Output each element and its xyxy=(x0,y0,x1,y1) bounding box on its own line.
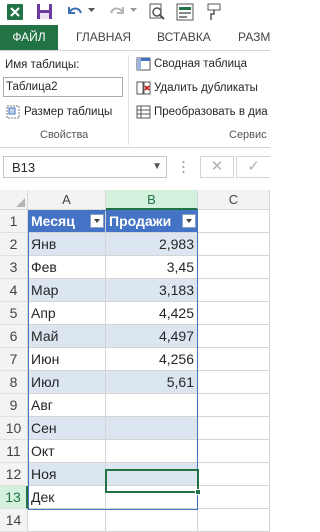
name-box[interactable]: B13 ▼ xyxy=(3,156,167,178)
table-cell-month[interactable]: Сен xyxy=(28,417,106,440)
table-cell-month[interactable]: Окт xyxy=(28,440,106,463)
save-icon[interactable] xyxy=(36,3,53,22)
group-tools-label: Сервис xyxy=(229,129,267,141)
cell-c4[interactable] xyxy=(198,279,270,302)
remove-duplicates-button[interactable]: Удалить дубликаты xyxy=(154,82,258,94)
row-header-3[interactable]: 3 xyxy=(0,256,28,279)
table-cell-month[interactable]: Апр xyxy=(28,302,106,325)
cancel-entry-button[interactable]: ✕ xyxy=(200,156,234,178)
table-cell-sales[interactable] xyxy=(106,440,198,463)
cell-c11[interactable] xyxy=(198,440,270,463)
row-header-7[interactable]: 7 xyxy=(0,348,28,371)
filter-dropdown-month-icon[interactable] xyxy=(90,214,104,228)
row-header-9[interactable]: 9 xyxy=(0,394,28,417)
select-all-button[interactable] xyxy=(0,190,28,210)
column-header-b[interactable]: B xyxy=(106,190,198,210)
tab-home[interactable]: ГЛАВНАЯ xyxy=(76,25,131,50)
cell-b14[interactable] xyxy=(106,509,198,532)
convert-to-range-icon xyxy=(136,105,151,124)
remove-duplicates-icon xyxy=(136,81,151,100)
group-separator xyxy=(128,55,129,145)
row-header-1[interactable]: 1 xyxy=(0,210,28,233)
cell-c13[interactable] xyxy=(198,486,270,509)
row-header-11[interactable]: 11 xyxy=(0,440,28,463)
cell-c14[interactable] xyxy=(198,509,270,532)
ribbon-tabs: ФАЙЛ ГЛАВНАЯ ВСТАВКА РАЗМ xyxy=(0,25,270,50)
table-cell-sales[interactable]: 4,425 xyxy=(106,302,198,325)
print-preview-icon[interactable] xyxy=(148,3,166,22)
table-cell-month[interactable]: Июн xyxy=(28,348,106,371)
quick-access-toolbar xyxy=(0,0,270,25)
tab-file[interactable]: ФАЙЛ xyxy=(0,25,58,50)
cell-c12[interactable] xyxy=(198,463,270,486)
table-cell-sales[interactable] xyxy=(106,394,198,417)
resize-table-icon xyxy=(6,105,20,124)
name-box-value: B13 xyxy=(12,160,36,175)
cell-c9[interactable] xyxy=(198,394,270,417)
table-cell-sales[interactable]: 5,61 xyxy=(106,371,198,394)
active-cell-cursor[interactable] xyxy=(105,469,199,493)
table-cell-sales[interactable]: 4,497 xyxy=(106,325,198,348)
table-cell-sales[interactable]: 2,983 xyxy=(106,233,198,256)
cell-c5[interactable] xyxy=(198,302,270,325)
table-cell-month[interactable]: Июл xyxy=(28,371,106,394)
ribbon: Имя таблицы: Таблица2 Размер таблицы Сво… xyxy=(0,50,270,148)
row-header-14[interactable]: 14 xyxy=(0,509,28,532)
row-header-4[interactable]: 4 xyxy=(0,279,28,302)
enter-entry-button[interactable]: ✓ xyxy=(236,156,270,178)
table-cell-month[interactable]: Дек xyxy=(28,486,106,509)
convert-to-range-button[interactable]: Преобразовать в диа xyxy=(154,106,268,118)
cell-c7[interactable] xyxy=(198,348,270,371)
worksheet-grid[interactable]: A B C 1 Месяц Продажи 2 Янв 2,983 3 Фев 3,45 4 Мар… xyxy=(0,190,270,532)
table-name-label: Имя таблицы: xyxy=(5,59,80,71)
column-header-c[interactable]: C xyxy=(198,190,270,210)
cell-c2[interactable] xyxy=(198,233,270,256)
fill-handle[interactable] xyxy=(195,489,201,495)
cell-c10[interactable] xyxy=(198,417,270,440)
formula-bar-grip-icon[interactable] xyxy=(182,159,185,175)
format-painter-icon[interactable] xyxy=(204,3,222,22)
table-cell-sales[interactable]: 4,256 xyxy=(106,348,198,371)
form-icon[interactable] xyxy=(176,3,194,22)
table-cell-month[interactable]: Май xyxy=(28,325,106,348)
table-cell-sales[interactable]: 3,45 xyxy=(106,256,198,279)
row-header-5[interactable]: 5 xyxy=(0,302,28,325)
filter-dropdown-sales-icon[interactable] xyxy=(182,214,196,228)
select-all-triangle-icon xyxy=(16,198,25,207)
row-header-10[interactable]: 10 xyxy=(0,417,28,440)
table-cell-month[interactable]: Янв xyxy=(28,233,106,256)
redo-icon[interactable] xyxy=(108,3,126,22)
row-header-12[interactable]: 12 xyxy=(0,463,28,486)
cell-c8[interactable] xyxy=(198,371,270,394)
pivot-table-icon xyxy=(136,57,151,76)
excel-logo-icon[interactable] xyxy=(6,3,24,22)
table-name-input[interactable]: Таблица2 xyxy=(3,77,123,97)
column-header-a[interactable]: A xyxy=(28,190,106,210)
cell-c6[interactable] xyxy=(198,325,270,348)
table-cell-sales[interactable] xyxy=(106,417,198,440)
table-cell-month[interactable]: Ноя xyxy=(28,463,106,486)
name-box-dropdown-icon[interactable]: ▼ xyxy=(152,161,162,172)
cell-c1[interactable] xyxy=(198,210,270,233)
row-header-8[interactable]: 8 xyxy=(0,371,28,394)
row-header-2[interactable]: 2 xyxy=(0,233,28,256)
resize-table-button[interactable]: Размер таблицы xyxy=(24,106,112,118)
undo-icon[interactable] xyxy=(66,3,84,22)
cell-a14[interactable] xyxy=(28,509,106,532)
row-header-6[interactable]: 6 xyxy=(0,325,28,348)
tab-insert[interactable]: ВСТАВКА xyxy=(157,25,211,50)
group-properties-label: Свойства xyxy=(40,129,89,141)
table-cell-month[interactable]: Авг xyxy=(28,394,106,417)
table-cell-month[interactable]: Фев xyxy=(28,256,106,279)
tab-page-layout[interactable]: РАЗМ xyxy=(238,25,270,50)
table-cell-sales[interactable]: 3,183 xyxy=(106,279,198,302)
table-cell-month[interactable]: Мар xyxy=(28,279,106,302)
row-header-13[interactable]: 13 xyxy=(0,486,28,509)
pivot-table-button[interactable]: Сводная таблица xyxy=(154,58,247,70)
cell-c3[interactable] xyxy=(198,256,270,279)
